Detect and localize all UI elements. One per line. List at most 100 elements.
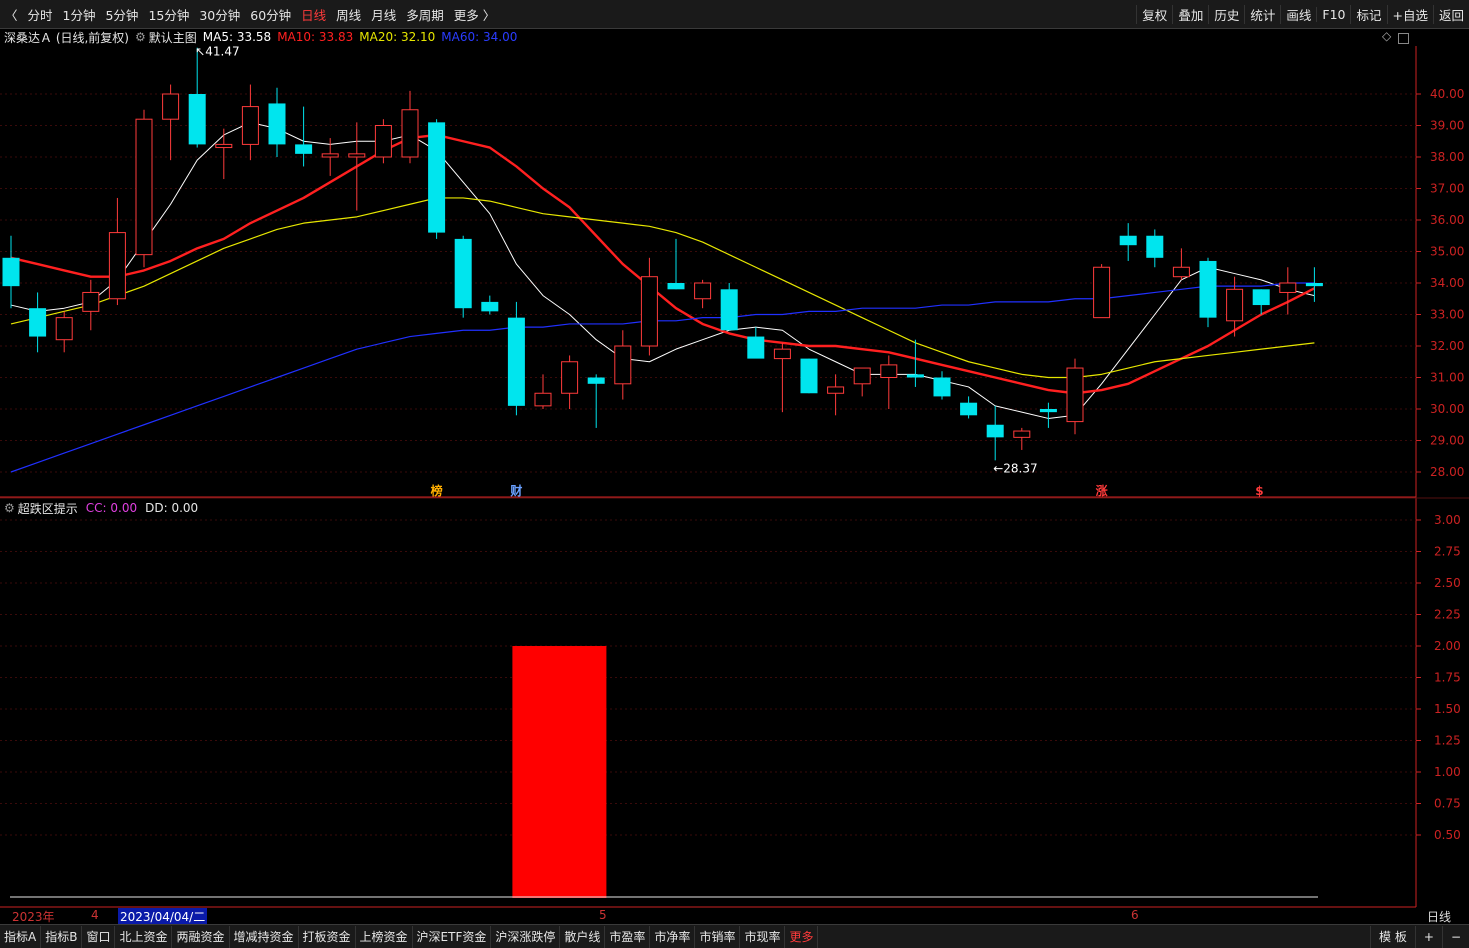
- settings-gear-icon[interactable]: ⚙: [135, 30, 146, 44]
- price-tick-label: 30.00: [1430, 402, 1464, 416]
- kline-chart[interactable]: 40.00 39.00 38.00 37.00 36.00 35.00 34.00 33.00…: [0, 0, 1469, 947]
- maximize-icon[interactable]: [1398, 31, 1409, 45]
- template-label[interactable]: 默认主图: [149, 29, 197, 46]
- tab-pcf[interactable]: 市现率: [740, 925, 786, 948]
- candle: [906, 339, 924, 387]
- ma20-label: MA20: 32.10: [359, 30, 436, 44]
- diamond-icon[interactable]: ◇: [1382, 29, 1391, 43]
- candle-body: [906, 374, 924, 378]
- overlay-button[interactable]: 叠加: [1172, 4, 1208, 24]
- back-arrow-icon[interactable]: 〈: [0, 5, 23, 24]
- candle: [188, 47, 206, 148]
- tab-1min[interactable]: 1分钟: [58, 5, 101, 24]
- candle-body: [853, 367, 871, 385]
- return-button[interactable]: 返回: [1432, 4, 1469, 24]
- tab-holdings-change[interactable]: 增减持资金: [230, 925, 299, 948]
- candle-body: [295, 144, 313, 154]
- sub-tick-label: 1.25: [1434, 734, 1461, 748]
- candle: [614, 330, 632, 400]
- indicator-name[interactable]: 超跌区提示: [18, 500, 78, 517]
- tab-ps[interactable]: 市销率: [695, 925, 741, 948]
- candle-body: [481, 301, 499, 312]
- candle-body: [694, 282, 712, 300]
- tab-fenshi[interactable]: 分时: [23, 5, 58, 24]
- sub-tick-label: 2.00: [1434, 639, 1461, 653]
- tab-more-indicators[interactable]: 更多: [785, 925, 819, 948]
- tab-5min[interactable]: 5分钟: [100, 5, 143, 24]
- indicator-gear-icon[interactable]: ⚙: [4, 501, 15, 515]
- candle: [640, 257, 658, 356]
- tab-daily[interactable]: 日线: [296, 5, 331, 24]
- zoom-in-button[interactable]: +: [1414, 925, 1442, 948]
- tab-indicator-a[interactable]: 指标A: [0, 925, 42, 948]
- candle-body: [401, 109, 419, 158]
- sub-tick-label: 0.50: [1434, 828, 1461, 842]
- candle-body: [1199, 260, 1217, 318]
- candle: [215, 128, 233, 180]
- template-button[interactable]: 模 板: [1370, 925, 1415, 948]
- candle: [534, 374, 552, 409]
- ma-line-ma5: [10, 121, 1315, 419]
- tab-weekly[interactable]: 周线: [331, 5, 366, 24]
- candle-body: [321, 153, 339, 158]
- candle: [268, 87, 286, 157]
- tab-etf-funds[interactable]: 沪深ETF资金: [413, 925, 492, 948]
- candle-body: [188, 94, 206, 145]
- zoom-out-button[interactable]: −: [1441, 925, 1469, 948]
- tab-margin[interactable]: 两融资金: [172, 925, 230, 948]
- date-year: 2023年: [12, 910, 55, 924]
- candle-body: [1226, 288, 1244, 322]
- candle-body: [348, 153, 366, 158]
- date-month-6: 6: [1131, 908, 1139, 922]
- tab-pb[interactable]: 市净率: [650, 925, 696, 948]
- stock-title[interactable]: 深桑达Ａ (日线,前复权): [4, 29, 129, 46]
- indicator-legend: ⚙ 超跌区提示 CC: 0.00 DD: 0.00: [0, 500, 206, 516]
- candle-body: [1066, 367, 1084, 423]
- sub-tick-label: 1.75: [1434, 671, 1461, 685]
- candle-body: [135, 118, 153, 256]
- tab-retail-line[interactable]: 散户线: [560, 925, 606, 948]
- tab-list-funds[interactable]: 上榜资金: [356, 925, 413, 948]
- price-tick-label: 35.00: [1430, 245, 1464, 259]
- tab-indicator-b[interactable]: 指标B: [41, 925, 83, 948]
- ma-line-ma60: [10, 282, 1315, 473]
- event-marker: 涨: [1096, 483, 1108, 498]
- mark-button[interactable]: 标记: [1350, 4, 1386, 24]
- candle: [1199, 257, 1217, 328]
- stats-button[interactable]: 统计: [1244, 4, 1280, 24]
- tab-window[interactable]: 窗口: [82, 925, 116, 948]
- date-axis: 2023年 4 2023/04/04/二 5 6: [0, 907, 1416, 925]
- tab-30min[interactable]: 30分钟: [194, 5, 245, 24]
- candle-body: [454, 238, 472, 309]
- candle-body: [667, 283, 685, 290]
- candle-body: [960, 402, 978, 416]
- candle: [933, 371, 951, 400]
- candle: [720, 283, 738, 331]
- tab-northbound[interactable]: 北上资金: [115, 925, 173, 948]
- tab-60min[interactable]: 60分钟: [245, 5, 296, 24]
- tab-multi-period[interactable]: 多周期: [401, 5, 449, 24]
- candle: [827, 374, 845, 416]
- adjust-button[interactable]: 复权: [1136, 4, 1172, 24]
- candle-body: [1252, 289, 1270, 306]
- draw-button[interactable]: 画线: [1280, 4, 1316, 24]
- candle: [135, 109, 153, 268]
- f10-button[interactable]: F10: [1316, 6, 1350, 22]
- tab-limit-stats[interactable]: 沪深涨跌停: [491, 925, 561, 948]
- candle-body: [215, 143, 233, 149]
- candle: [401, 90, 419, 164]
- tab-limit-up-funds[interactable]: 打板资金: [299, 925, 356, 948]
- sub-tick-label: 0.75: [1434, 797, 1461, 811]
- candle: [1013, 427, 1031, 450]
- price-tick-label: 38.00: [1430, 150, 1464, 164]
- tab-15min[interactable]: 15分钟: [143, 5, 194, 24]
- tab-monthly[interactable]: 月线: [366, 5, 401, 24]
- tab-pe[interactable]: 市盈率: [605, 925, 651, 948]
- add-watchlist-button[interactable]: +自选: [1386, 4, 1433, 24]
- history-button[interactable]: 历史: [1208, 4, 1244, 24]
- price-tick-label: 37.00: [1430, 182, 1464, 196]
- candle-body: [2, 257, 20, 287]
- tab-more[interactable]: 更多 〉: [449, 5, 500, 24]
- sub-tick-label: 3.00: [1434, 513, 1461, 527]
- candle: [773, 342, 791, 413]
